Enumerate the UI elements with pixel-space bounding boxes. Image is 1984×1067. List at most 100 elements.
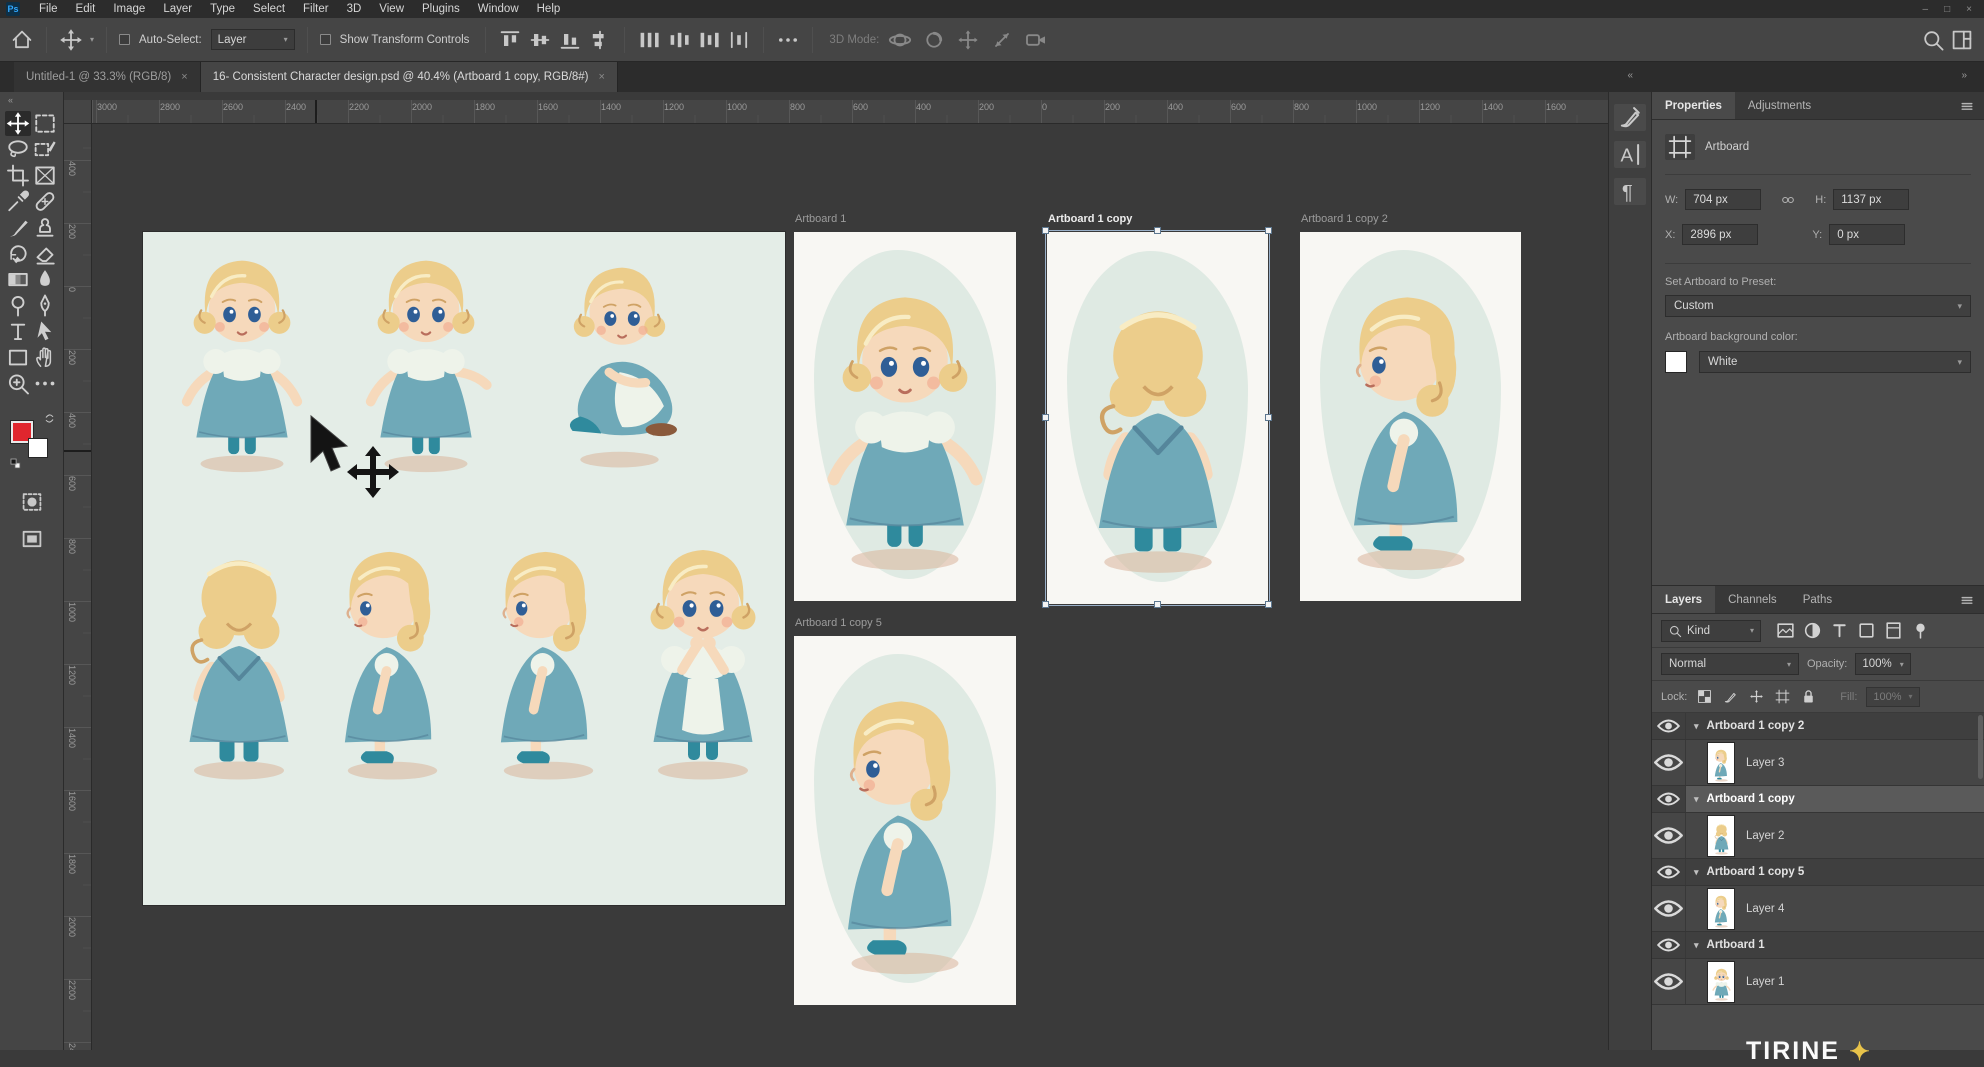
clone-stamp-tool[interactable]	[32, 215, 58, 240]
layer-thumbnail[interactable]	[1708, 962, 1734, 1002]
gradient-tool[interactable]	[5, 267, 31, 292]
align-top-edges-icon[interactable]	[498, 28, 522, 52]
lock-move-icon[interactable]	[1748, 688, 1765, 705]
lock-brush-icon[interactable]	[1722, 688, 1739, 705]
3d-slide-icon[interactable]	[990, 28, 1014, 52]
window-control[interactable]: –	[1923, 4, 1929, 15]
layer-thumbnail[interactable]	[1708, 743, 1734, 783]
crop-tool[interactable]	[5, 163, 31, 188]
move-tool-icon[interactable]	[59, 28, 83, 52]
layer-row[interactable]: Layer 2	[1652, 813, 1984, 859]
transform-handle[interactable]	[1042, 227, 1049, 234]
edit-toolbar[interactable]	[32, 371, 58, 396]
vertical-ruler[interactable]: 4002000200400600800100012001400160018002…	[64, 124, 92, 1050]
filter-image-icon[interactable]	[1775, 620, 1796, 641]
blur-tool[interactable]	[32, 267, 58, 292]
character-sheet-image[interactable]	[143, 232, 785, 905]
width-field[interactable]: 704 px	[1685, 189, 1761, 210]
path-selection-tool[interactable]	[32, 319, 58, 344]
transform-handle[interactable]	[1265, 601, 1272, 608]
menu-select[interactable]: Select	[244, 0, 294, 18]
layers-tab-channels[interactable]: Channels	[1715, 586, 1790, 613]
healing-brush-tool[interactable]	[32, 189, 58, 214]
history-brush-tool[interactable]	[5, 241, 31, 266]
panel-menu-icon[interactable]	[1959, 592, 1975, 608]
eyedropper-tool[interactable]	[5, 189, 31, 214]
auto-select-dropdown[interactable]: Layer▾	[211, 29, 295, 50]
filter-pin-icon[interactable]	[1910, 620, 1931, 641]
window-control[interactable]: □	[1944, 4, 1950, 15]
more-options-icon[interactable]	[776, 28, 800, 52]
background-color-swatch[interactable]	[28, 438, 48, 458]
object-selection-tool[interactable]	[32, 137, 58, 162]
swap-colors-icon[interactable]	[43, 412, 56, 425]
align-bottom-edges-icon[interactable]	[558, 28, 582, 52]
search-icon[interactable]	[1921, 28, 1945, 52]
brush-settings-icon[interactable]	[1614, 104, 1646, 131]
rectangular-marquee-tool[interactable]	[32, 111, 58, 136]
menu-filter[interactable]: Filter	[294, 0, 338, 18]
expand-chevron-icon[interactable]: ▾	[1694, 794, 1699, 805]
layer-group-row[interactable]: ▾Artboard 1	[1652, 932, 1984, 959]
transform-handle[interactable]	[1265, 414, 1272, 421]
visibility-eye-icon[interactable]	[1652, 959, 1686, 1004]
layer-group-row[interactable]: ▾Artboard 1 copy	[1652, 786, 1984, 813]
align-horizontal-centers-icon[interactable]	[588, 28, 612, 52]
expand-chevron-icon[interactable]: ▾	[1694, 867, 1699, 878]
visibility-eye-icon[interactable]	[1652, 786, 1686, 812]
pasteboard[interactable]: Artboard 1Artboard 1 copy Artboard 1 copy…	[92, 124, 1608, 1050]
layer-thumbnail[interactable]	[1708, 816, 1734, 856]
lock-transparent-icon[interactable]	[1696, 688, 1713, 705]
type-tool[interactable]	[5, 319, 31, 344]
layer-group-row[interactable]: ▾Artboard 1 copy 5	[1652, 859, 1984, 886]
collapse-dock-chevron[interactable]: »	[1961, 70, 1966, 81]
properties-tab-properties[interactable]: Properties	[1652, 92, 1735, 119]
artboard-artboard-1-copy[interactable]: Artboard 1 copy	[1047, 232, 1268, 604]
menu-help[interactable]: Help	[528, 0, 570, 18]
paragraph-panel-icon[interactable]: ¶	[1614, 178, 1646, 205]
character-panel-icon[interactable]: A	[1614, 141, 1646, 168]
properties-tab-adjustments[interactable]: Adjustments	[1735, 92, 1824, 119]
3d-orbit-icon[interactable]	[888, 28, 912, 52]
transform-handle[interactable]	[1154, 227, 1161, 234]
document-tab[interactable]: Untitled-1 @ 33.3% (RGB/8)×	[14, 62, 201, 92]
document-tab[interactable]: 16- Consistent Character design.psd @ 40…	[201, 62, 618, 92]
artboard-bg-dropdown[interactable]: White▾	[1699, 351, 1971, 373]
x-field[interactable]: 2896 px	[1682, 224, 1758, 245]
home-icon[interactable]	[10, 28, 34, 52]
move-tool[interactable]	[5, 111, 31, 136]
layer-row[interactable]: Layer 1	[1652, 959, 1984, 1005]
menu-3d[interactable]: 3D	[338, 0, 371, 18]
rectangle-tool[interactable]	[5, 345, 31, 370]
visibility-eye-icon[interactable]	[1652, 813, 1686, 858]
menu-edit[interactable]: Edit	[67, 0, 105, 18]
lasso-tool[interactable]	[5, 137, 31, 162]
3d-camera-icon[interactable]	[1024, 28, 1048, 52]
window-control[interactable]: ×	[1966, 4, 1972, 15]
chevron-down-icon[interactable]: ▾	[90, 35, 94, 44]
dodge-tool[interactable]	[5, 293, 31, 318]
zoom-tool[interactable]	[5, 371, 31, 396]
brush-tool[interactable]	[5, 215, 31, 240]
menu-type[interactable]: Type	[201, 0, 244, 18]
expand-chevron-icon[interactable]: ▾	[1694, 940, 1699, 951]
show-transform-checkbox[interactable]	[320, 34, 331, 45]
artboard-artboard-1[interactable]: Artboard 1	[794, 232, 1016, 601]
close-tab-icon[interactable]: ×	[599, 71, 605, 83]
layer-filter-dropdown[interactable]: Kind▾	[1661, 620, 1761, 642]
align-vertical-centers-icon[interactable]	[528, 28, 552, 52]
filter-type-icon[interactable]	[1829, 620, 1850, 641]
auto-select-checkbox[interactable]	[119, 34, 130, 45]
eraser-tool[interactable]	[32, 241, 58, 266]
layers-tab-layers[interactable]: Layers	[1652, 586, 1715, 613]
visibility-eye-icon[interactable]	[1652, 886, 1686, 931]
default-colors-icon[interactable]	[9, 457, 22, 470]
menu-plugins[interactable]: Plugins	[413, 0, 469, 18]
menu-layer[interactable]: Layer	[154, 0, 201, 18]
horizontal-ruler[interactable]: 3000280026002400220020001800160014001200…	[92, 100, 1608, 124]
distribute-right-icon[interactable]	[697, 28, 721, 52]
distribute-center-h-icon[interactable]	[667, 28, 691, 52]
transform-handle[interactable]	[1154, 601, 1161, 608]
artboard-label[interactable]: Artboard 1 copy 2	[1301, 213, 1388, 225]
3d-drag-icon[interactable]	[956, 28, 980, 52]
